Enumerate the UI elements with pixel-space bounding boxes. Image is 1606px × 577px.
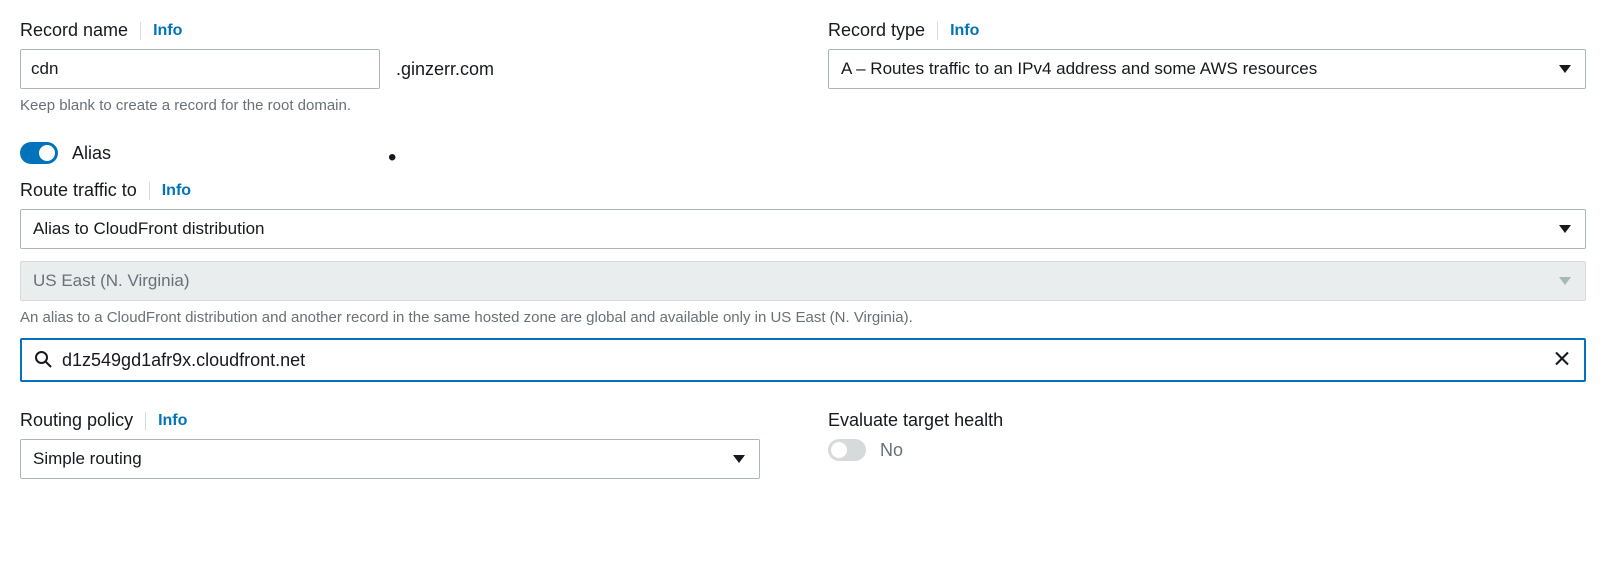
region-value: US East (N. Virginia) bbox=[33, 271, 190, 291]
record-name-help: Keep blank to create a record for the ro… bbox=[20, 97, 780, 114]
record-name-label-row: Record name Info bbox=[20, 20, 780, 41]
alias-target-select[interactable]: Alias to CloudFront distribution bbox=[20, 209, 1586, 249]
evaluate-health-toggle-row: No bbox=[828, 439, 1586, 461]
divider bbox=[149, 182, 150, 200]
divider bbox=[145, 412, 146, 430]
route-traffic-label: Route traffic to bbox=[20, 180, 137, 201]
distribution-search-box[interactable] bbox=[20, 338, 1586, 382]
record-type-select[interactable]: A – Routes traffic to an IPv4 address an… bbox=[828, 49, 1586, 89]
evaluate-health-toggle bbox=[828, 439, 866, 461]
record-name-input-row: .ginzerr.com bbox=[20, 49, 780, 89]
toggle-knob bbox=[39, 145, 55, 161]
record-type-label-row: Record type Info bbox=[828, 20, 1586, 41]
caret-down-icon bbox=[1559, 225, 1571, 233]
record-type-label: Record type bbox=[828, 20, 925, 41]
divider bbox=[937, 22, 938, 40]
evaluate-health-value: No bbox=[880, 440, 903, 461]
record-name-info-link[interactable]: Info bbox=[153, 22, 182, 40]
record-name-label: Record name bbox=[20, 20, 128, 41]
record-name-input[interactable] bbox=[20, 49, 380, 89]
record-type-field: Record type Info A – Routes traffic to a… bbox=[828, 20, 1586, 114]
caret-down-icon bbox=[1559, 277, 1571, 285]
routing-policy-value: Simple routing bbox=[33, 449, 142, 469]
region-select: US East (N. Virginia) bbox=[20, 261, 1586, 301]
record-name-field: Record name Info .ginzerr.com Keep blank… bbox=[20, 20, 780, 114]
evaluate-health-label-row: Evaluate target health bbox=[828, 410, 1586, 431]
alias-label: Alias bbox=[72, 143, 111, 164]
routing-policy-info-link[interactable]: Info bbox=[158, 412, 187, 430]
clear-button[interactable] bbox=[1550, 347, 1574, 374]
evaluate-health-field: Evaluate target health No bbox=[828, 410, 1586, 479]
caret-down-icon bbox=[733, 455, 745, 463]
domain-suffix: .ginzerr.com bbox=[396, 59, 494, 80]
alias-toggle[interactable] bbox=[20, 142, 58, 164]
row-policy-health: Routing policy Info Simple routing Evalu… bbox=[20, 410, 1586, 479]
distribution-search-input[interactable] bbox=[62, 350, 1540, 371]
divider bbox=[140, 22, 141, 40]
alias-target-value: Alias to CloudFront distribution bbox=[33, 219, 265, 239]
toggle-knob bbox=[831, 442, 847, 458]
route-traffic-info-link[interactable]: Info bbox=[162, 182, 191, 200]
routing-policy-field: Routing policy Info Simple routing bbox=[20, 410, 780, 479]
routing-policy-select[interactable]: Simple routing bbox=[20, 439, 760, 479]
alias-toggle-row: Alias bbox=[20, 142, 1586, 164]
region-help: An alias to a CloudFront distribution an… bbox=[20, 309, 1586, 326]
record-form: Record name Info .ginzerr.com Keep blank… bbox=[20, 20, 1586, 479]
row-name-type: Record name Info .ginzerr.com Keep blank… bbox=[20, 20, 1586, 114]
routing-policy-label: Routing policy bbox=[20, 410, 133, 431]
record-type-value: A – Routes traffic to an IPv4 address an… bbox=[841, 59, 1317, 79]
caret-down-icon bbox=[1559, 65, 1571, 73]
search-icon bbox=[34, 350, 52, 371]
route-traffic-label-row: Route traffic to Info bbox=[20, 180, 1586, 201]
record-type-info-link[interactable]: Info bbox=[950, 22, 979, 40]
evaluate-health-label: Evaluate target health bbox=[828, 410, 1003, 431]
routing-policy-label-row: Routing policy Info bbox=[20, 410, 780, 431]
route-traffic-section: Route traffic to Info Alias to CloudFron… bbox=[20, 180, 1586, 382]
